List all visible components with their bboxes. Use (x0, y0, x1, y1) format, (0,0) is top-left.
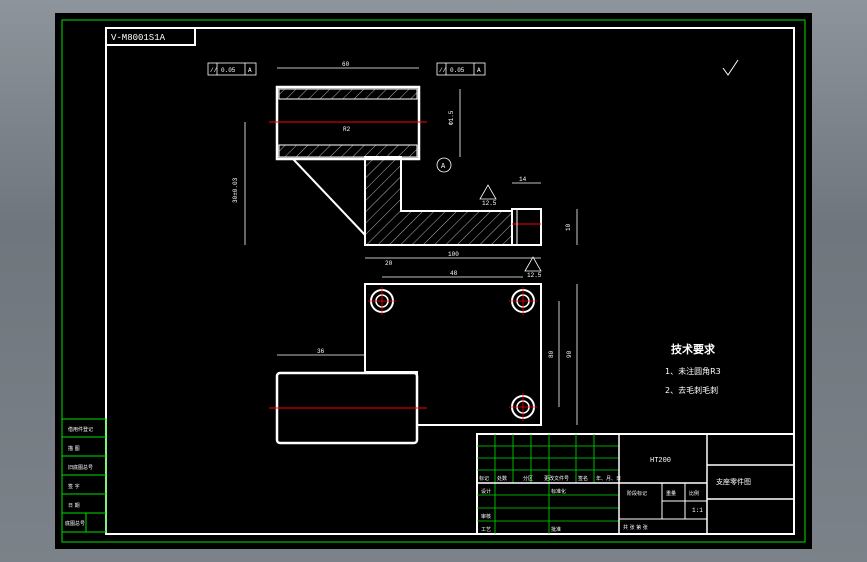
role-process: 工艺 (481, 527, 491, 533)
weight-label: 重量 (666, 490, 676, 497)
hole-top-left (368, 287, 396, 315)
step-dim: 10 (565, 223, 572, 231)
tech-req-item-2: 2、去毛刺毛刺 (665, 385, 718, 395)
role-review: 审核 (481, 513, 491, 520)
top-width-dim: 60 (342, 61, 350, 68)
roughness-triangle-b (524, 256, 542, 272)
header-cell-2: 处数 (497, 475, 507, 482)
side-cell-4: 签 字 (68, 483, 80, 490)
left-height-dim: 30±0.03 (232, 177, 239, 203)
stage-label: 阶段标记 (627, 490, 647, 497)
side-cell-2: 描 图 (68, 445, 80, 452)
tolerance-frame-left: // 0.05 A (207, 62, 257, 76)
roughness-triangle-a (479, 184, 497, 200)
header-cell-1: 标记 (479, 475, 489, 482)
default-roughness-symbol (722, 59, 739, 76)
side-cell-1: 借用件登记 (68, 426, 93, 433)
tolerance-right-value: 0.05 (450, 67, 465, 74)
side-cell-3: 旧底图总号 (68, 464, 93, 471)
hole-top-right (509, 287, 537, 315)
drawing-sheet: V-M8001S1A 60 30±0.03 100 20 14 10 Φ1.5 … (55, 13, 812, 549)
outer-frame (61, 19, 806, 543)
technical-drawing: V-M8001S1A 60 30±0.03 100 20 14 10 Φ1.5 … (61, 19, 806, 543)
plan-height-outer-dim: 90 (566, 350, 573, 358)
roughness-a: 12.5 (482, 200, 497, 207)
header-cell-6: 年、月、日 (596, 475, 621, 482)
tolerance-right-datum: A (477, 67, 481, 74)
right-step (511, 208, 542, 246)
front-view: 60 30±0.03 100 20 14 10 Φ1.5 12.5 12.5 A… (232, 61, 578, 279)
header-cell-4: 更改文件号 (544, 475, 569, 482)
roughness-b: 12.5 (527, 272, 542, 279)
technical-requirements: 技术要求 1、未注圆角R3 2、去毛刺毛刺 (665, 342, 721, 395)
tech-req-title: 技术要求 (671, 342, 716, 356)
scale-value: 1:1 (692, 507, 703, 514)
top-view: 48 36 80 90 (269, 270, 578, 445)
hole-note: Φ1.5 (448, 110, 455, 125)
step-upper-dim: 14 (519, 176, 527, 183)
bottom-length-dim: 100 (448, 251, 459, 258)
bottom-ref-dim: 20 (385, 260, 393, 267)
tolerance-right-symbol: // (439, 67, 447, 74)
sheet-count: 共 张 第 张 (623, 524, 648, 531)
tolerance-frame-right: // 0.05 A (436, 62, 486, 76)
plan-height-inner-dim: 80 (548, 350, 555, 358)
top-hatch-band (278, 88, 418, 100)
tech-req-item-1: 1、未注圆角R3 (665, 366, 721, 376)
header-cell-3: 分区 (523, 475, 533, 482)
angle-note: R2 (343, 126, 351, 133)
inner-border (105, 27, 795, 535)
bottom-hatch-band (278, 144, 418, 158)
title-block: 标记 处数 分区 更改文件号 签名 年、月、日 设计 标准化 审核 工艺 批准 … (476, 433, 795, 535)
rib (290, 158, 366, 238)
side-cell-6: 底图总号 (65, 520, 85, 527)
datum-label: A (441, 163, 446, 171)
tolerance-left-symbol: // (210, 67, 218, 74)
hole-bottom-right (509, 393, 537, 421)
side-table: 借用件登记 描 图 旧底图总号 签 字 日 期 底图总号 (61, 418, 107, 533)
std-label: 标准化 (551, 488, 566, 495)
material: HT200 (650, 457, 671, 465)
drawing-code: V-M8001S1A (111, 33, 166, 43)
arm-width-dim: 36 (317, 348, 325, 355)
tolerance-left-datum: A (248, 67, 252, 74)
role-design: 设计 (481, 488, 491, 495)
header-cell-5: 签名 (578, 475, 588, 482)
tolerance-left-value: 0.05 (221, 67, 236, 74)
plan-width-dim: 48 (450, 270, 458, 277)
scale-label: 比例 (689, 490, 699, 497)
role-approve: 批准 (551, 526, 561, 533)
side-cell-5: 日 期 (68, 503, 80, 509)
part-name: 支座零件图 (716, 477, 751, 486)
